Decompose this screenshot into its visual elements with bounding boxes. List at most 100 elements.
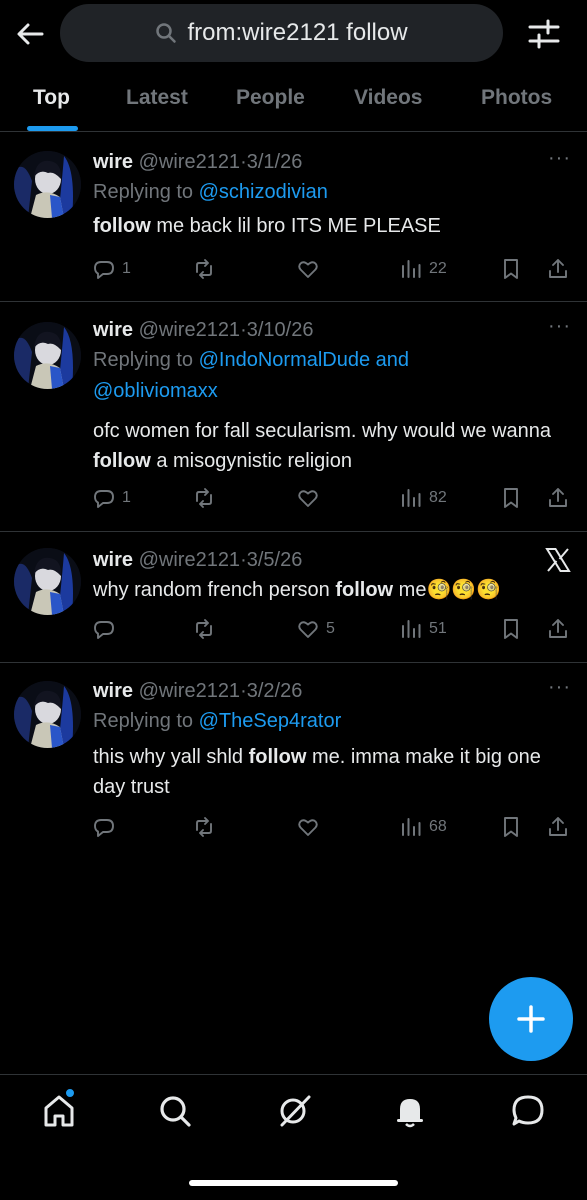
bookmark-icon bbox=[504, 619, 518, 639]
filter-sliders-icon[interactable] bbox=[526, 17, 562, 51]
post-content: wire @wire2121·3/2/26 Replying to @TheSe… bbox=[93, 676, 567, 802]
compose-button[interactable] bbox=[489, 977, 573, 1061]
avatar[interactable] bbox=[14, 322, 81, 389]
views-count: 22 bbox=[429, 260, 447, 277]
views-button[interactable]: 82 bbox=[399, 483, 447, 513]
views-count: 82 bbox=[429, 489, 447, 506]
more-options-icon[interactable]: ··· bbox=[548, 676, 571, 699]
avatar[interactable] bbox=[14, 151, 81, 218]
post-header: wire @wire2121·3/2/26 bbox=[93, 676, 567, 706]
bookmark-button[interactable] bbox=[499, 812, 523, 842]
bookmark-button[interactable] bbox=[499, 483, 523, 513]
post-text: follow me back lil bro ITS ME PLEASE bbox=[93, 211, 567, 241]
tab-bar: Top Latest People Videos Photos bbox=[0, 74, 587, 132]
post[interactable]: wire @wire2121·3/10/26 Replying to @Indo… bbox=[0, 302, 587, 532]
display-name[interactable]: wire bbox=[93, 319, 133, 341]
share-button[interactable] bbox=[546, 483, 570, 513]
notification-dot bbox=[65, 1088, 75, 1098]
tab-photos[interactable]: Photos bbox=[481, 86, 552, 110]
bookmark-button[interactable] bbox=[499, 254, 523, 284]
user-handle[interactable]: @wire2121 bbox=[139, 680, 240, 702]
post[interactable]: wire @wire2121·3/2/26 Replying to @TheSe… bbox=[0, 663, 587, 843]
user-handle[interactable]: @wire2121 bbox=[139, 151, 240, 173]
separator: · bbox=[240, 319, 247, 341]
like-icon bbox=[298, 490, 318, 507]
views-button[interactable]: 51 bbox=[399, 614, 447, 644]
repost-button[interactable] bbox=[192, 483, 222, 513]
post-date: 3/10/26 bbox=[246, 319, 314, 341]
bookmark-icon bbox=[504, 259, 518, 279]
messages-icon[interactable] bbox=[510, 1093, 546, 1129]
tab-people[interactable]: People bbox=[236, 86, 305, 110]
reply-count: 1 bbox=[122, 260, 131, 277]
mention-link[interactable]: @schizodivian bbox=[199, 181, 328, 203]
post-text-part: me🧐🧐🧐 bbox=[393, 579, 502, 601]
post-header: wire @wire2121·3/5/26 bbox=[93, 545, 567, 575]
home-icon[interactable] bbox=[41, 1093, 77, 1129]
user-handle[interactable]: @wire2121 bbox=[139, 319, 240, 341]
like-button[interactable] bbox=[296, 812, 326, 842]
back-arrow-icon[interactable] bbox=[14, 18, 46, 50]
x-logo-icon bbox=[545, 548, 571, 572]
search-icon bbox=[156, 23, 177, 43]
replying-to: Replying to @IndoNormalDude and @obliviom… bbox=[93, 345, 567, 407]
like-button[interactable] bbox=[296, 483, 326, 513]
display-name[interactable]: wire bbox=[93, 151, 133, 173]
reply-button[interactable] bbox=[92, 614, 122, 644]
post-date: 3/1/26 bbox=[246, 151, 303, 173]
bookmark-icon bbox=[504, 488, 518, 508]
views-icon bbox=[402, 260, 421, 278]
tab-videos[interactable]: Videos bbox=[354, 86, 422, 110]
tab-latest[interactable]: Latest bbox=[126, 86, 188, 110]
share-icon bbox=[549, 259, 567, 278]
search-input[interactable]: from:wire2121 follow bbox=[60, 4, 503, 62]
repost-button[interactable] bbox=[192, 614, 222, 644]
bookmark-icon bbox=[504, 817, 518, 837]
display-name[interactable]: wire bbox=[93, 680, 133, 702]
display-name[interactable]: wire bbox=[93, 549, 133, 571]
mention-link[interactable]: @TheSep4rator bbox=[199, 710, 342, 732]
avatar[interactable] bbox=[14, 681, 81, 748]
repost-button[interactable] bbox=[192, 812, 222, 842]
share-icon bbox=[549, 619, 567, 638]
more-options-icon[interactable]: ··· bbox=[548, 147, 571, 170]
views-button[interactable]: 68 bbox=[399, 812, 447, 842]
reply-button[interactable]: 1 bbox=[92, 483, 131, 513]
share-button[interactable] bbox=[546, 614, 570, 644]
repost-button[interactable] bbox=[192, 254, 222, 284]
like-count: 5 bbox=[326, 620, 335, 637]
mention-link[interactable]: @IndoNormalDude and bbox=[199, 349, 409, 371]
views-button[interactable]: 22 bbox=[399, 254, 447, 284]
more-options-icon[interactable]: ··· bbox=[548, 315, 571, 338]
post[interactable]: wire @wire2121·3/5/26 why random french … bbox=[0, 532, 587, 663]
reply-icon bbox=[94, 621, 114, 639]
reply-icon bbox=[94, 490, 114, 508]
bottom-navigation bbox=[0, 1074, 587, 1200]
mention-link[interactable]: @obliviomaxx bbox=[93, 380, 218, 402]
avatar[interactable] bbox=[14, 548, 81, 615]
post-actions: 1 82 bbox=[92, 483, 573, 513]
replying-to: Replying to @TheSep4rator bbox=[93, 706, 567, 737]
repost-icon bbox=[196, 619, 212, 639]
share-button[interactable] bbox=[546, 254, 570, 284]
notifications-icon[interactable] bbox=[392, 1093, 428, 1129]
views-count: 68 bbox=[429, 818, 447, 835]
highlight-term: follow bbox=[93, 450, 151, 472]
plus-icon bbox=[517, 1005, 545, 1033]
reply-button[interactable]: 1 bbox=[92, 254, 131, 284]
replying-to-label: Replying to bbox=[93, 349, 199, 371]
post[interactable]: wire @wire2121·3/1/26 Replying to @schiz… bbox=[0, 133, 587, 302]
share-button[interactable] bbox=[546, 812, 570, 842]
like-icon bbox=[298, 819, 318, 836]
tab-top[interactable]: Top bbox=[33, 86, 70, 110]
user-handle[interactable]: @wire2121 bbox=[139, 549, 240, 571]
like-button[interactable] bbox=[296, 254, 326, 284]
explore-search-icon[interactable] bbox=[157, 1093, 193, 1129]
post-actions: 68 bbox=[92, 812, 573, 842]
grok-icon[interactable] bbox=[276, 1093, 312, 1129]
reply-button[interactable] bbox=[92, 812, 122, 842]
post-text-part: this why yall shld bbox=[93, 746, 249, 768]
like-button[interactable]: 5 bbox=[296, 614, 335, 644]
post-text-part: ofc women for fall secularism. why would… bbox=[93, 420, 551, 442]
bookmark-button[interactable] bbox=[499, 614, 523, 644]
